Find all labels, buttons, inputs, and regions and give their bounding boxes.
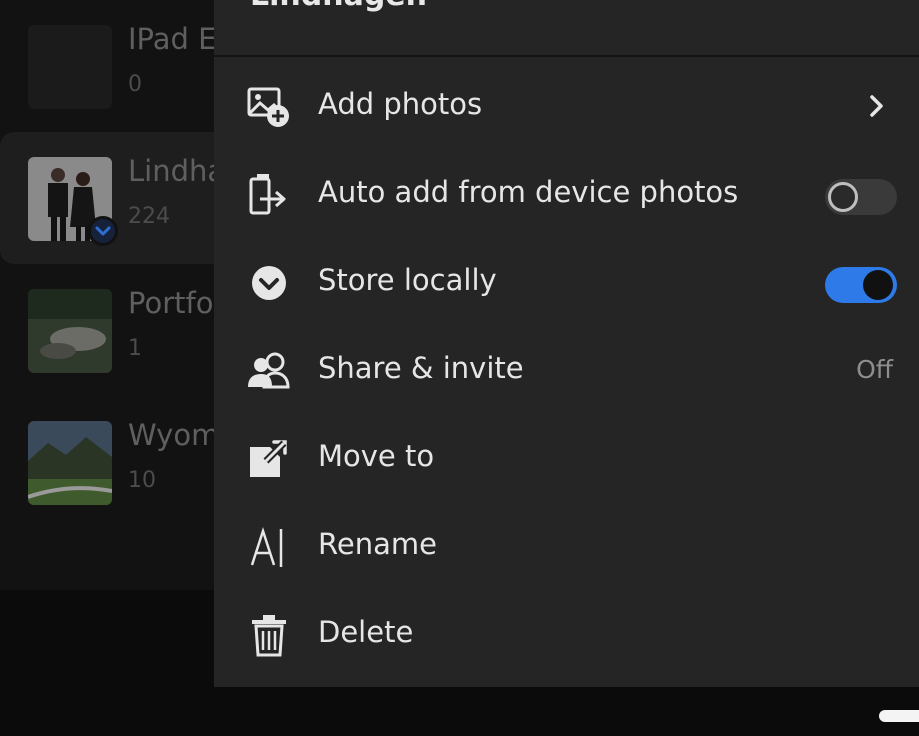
menu-item-label: Share & invite — [318, 351, 524, 385]
menu-title: Lindhagen — [250, 0, 427, 13]
menu-item-auto-add[interactable]: Auto add from device photos — [214, 151, 919, 239]
album-count: 224 — [128, 204, 170, 229]
album-thumbnail — [28, 421, 112, 505]
trash-icon — [246, 613, 292, 657]
album-count: 1 — [128, 336, 142, 361]
menu-item-label: Move to — [318, 439, 435, 473]
album-row[interactable]: Portfo 1 — [0, 264, 240, 396]
menu-item-delete[interactable]: Delete — [214, 591, 919, 679]
menu-item-share-invite[interactable]: Share & invite Off — [214, 327, 919, 415]
album-options-menu: Lindhagen Add photos Auto add from — [214, 0, 919, 687]
home-indicator[interactable] — [879, 710, 919, 722]
move-to-icon — [246, 437, 292, 481]
menu-item-add-photos[interactable]: Add photos — [214, 63, 919, 151]
store-locally-icon — [246, 261, 292, 305]
album-name: Lindha — [128, 154, 226, 188]
album-row-selected[interactable]: Lindha 224 — [0, 132, 240, 264]
store-locally-badge-icon — [88, 216, 118, 246]
menu-item-label: Auto add from device photos — [318, 175, 739, 209]
add-photo-icon — [246, 85, 292, 129]
store-locally-toggle[interactable] — [825, 267, 897, 303]
share-people-icon — [246, 349, 292, 393]
menu-divider — [214, 55, 919, 57]
toggle-knob — [828, 182, 858, 212]
rename-icon — [246, 525, 292, 569]
album-name: Wyom — [128, 418, 220, 452]
menu-item-store-locally[interactable]: Store locally — [214, 239, 919, 327]
album-thumbnail — [28, 289, 112, 373]
menu-item-label: Delete — [318, 615, 414, 649]
menu-item-rename[interactable]: Rename — [214, 503, 919, 591]
album-name: Portfo — [128, 286, 214, 320]
chevron-right-icon — [861, 91, 891, 121]
auto-add-icon — [246, 173, 292, 217]
share-status-value: Off — [856, 355, 893, 384]
album-count: 0 — [128, 72, 142, 97]
album-row[interactable]: IPad Ea 0 — [0, 0, 240, 132]
album-row[interactable]: Wyom 10 — [0, 396, 240, 528]
album-list: IPad Ea 0 Lindha 224 Portfo 1 Wyom 10 — [0, 0, 240, 590]
menu-item-label: Rename — [318, 527, 437, 561]
menu-item-move-to[interactable]: Move to — [214, 415, 919, 503]
toggle-knob — [863, 270, 893, 300]
menu-item-label: Store locally — [318, 263, 497, 297]
auto-add-toggle[interactable] — [825, 179, 897, 215]
album-thumbnail-empty — [28, 25, 112, 109]
album-count: 10 — [128, 468, 156, 493]
menu-item-label: Add photos — [318, 87, 483, 121]
